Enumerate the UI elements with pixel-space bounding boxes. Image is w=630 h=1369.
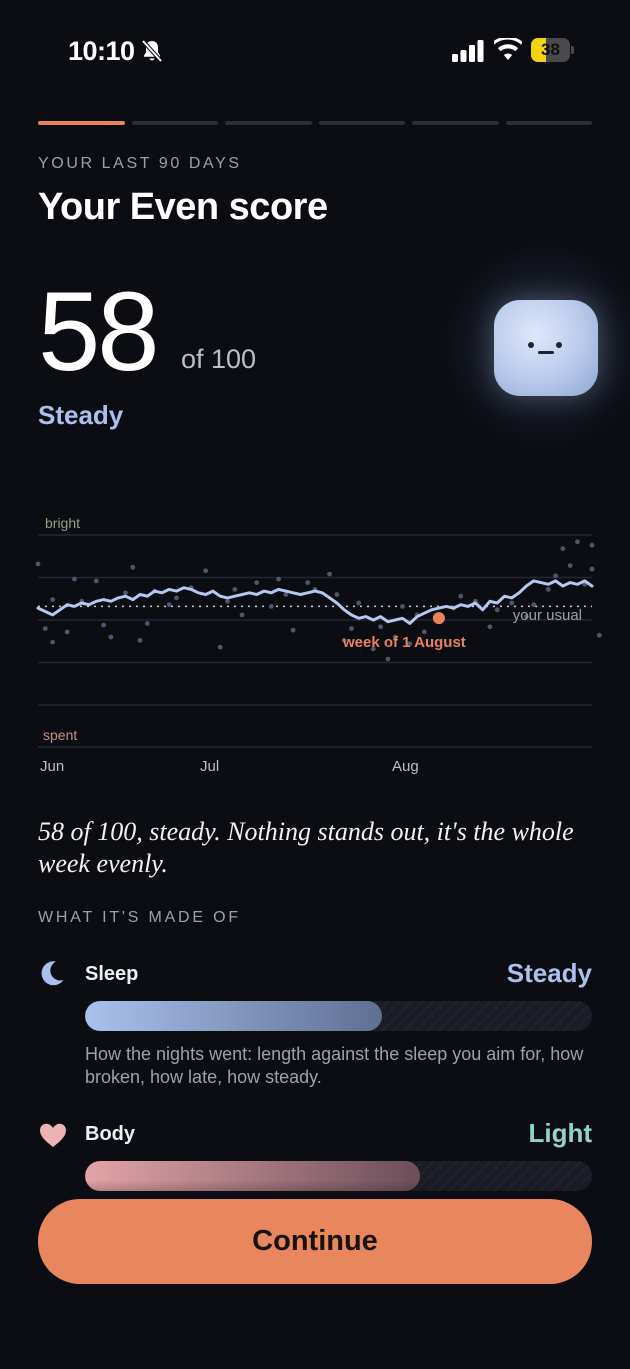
mascot-eye-left [528,342,534,348]
component-bar-sleep [85,1001,592,1031]
progress-segment [38,121,125,125]
score-value: 58 [38,269,160,394]
chart-point [400,604,405,609]
chart-point [108,634,114,640]
score-summary: 58 of 100, steady. Nothing stands out, i… [38,817,574,878]
chart-point [174,595,179,601]
chart-point [545,587,551,592]
component-name-sleep: Sleep [85,963,139,985]
score-history-chart: bright spent your usual week of 1 August… [35,515,602,775]
heart-icon [40,1123,66,1147]
component-description-sleep: How the nights went: length against the … [85,1044,584,1087]
mascot-mouth [538,351,554,354]
chart-highlight-point [432,612,445,625]
chart-highlight-label: week of 1 August [342,634,466,651]
chart-point [93,578,99,584]
status-time: 10:10 [68,36,135,66]
moon-icon [41,961,64,986]
chart-point [560,546,566,551]
chart-point [123,590,128,596]
page-title: Your Even score [38,186,328,228]
chart-point [487,624,493,630]
component-bar-fill-sleep [85,1001,382,1031]
chart-x-tick-label: Jul [200,758,219,775]
chart-point [268,604,274,609]
chart-point [50,639,55,645]
status-bar: 10:10 38 [0,0,630,100]
bell-slash-icon [141,39,163,63]
chart-point [166,602,172,608]
chart-point [509,600,515,606]
score-out-of: of 100 [181,344,257,374]
chart-point [553,573,558,579]
chart-point [276,576,281,582]
chart-point [327,571,332,577]
chart-point [385,656,391,662]
chart-bottom-label: spent [43,727,77,743]
chart-point [305,580,311,585]
chart-x-tick-label: Jun [40,758,64,775]
chart-point [144,621,150,626]
chart-point [239,612,245,618]
battery-body: 38 [531,38,570,62]
chart-point [50,597,55,602]
chart-point [217,644,223,650]
breakdown-heading: WHAT IT'S MADE OF [38,909,241,926]
chart-point [72,576,77,582]
chart-point [589,566,595,572]
chart-point [137,638,143,643]
component-level-body: Light [528,1118,592,1148]
chart-point [334,592,340,597]
chart-point [64,629,70,635]
chart-point [203,568,209,574]
cellular-signal-icon [452,40,484,62]
battery-indicator: 38 [531,38,575,62]
progress-segment [225,121,312,125]
mascot-avatar [494,300,598,396]
period-eyebrow: YOUR LAST 90 DAYS [38,155,242,172]
chart-point [35,561,41,567]
chart-point [596,632,602,638]
chart-point [575,539,580,545]
continue-button[interactable]: Continue [38,1199,592,1284]
chart-x-tick-label: Aug [392,758,419,775]
chart-point [225,598,230,604]
component-level-sleep: Steady [506,958,592,988]
chart-point [567,563,573,568]
chart-point [254,580,260,585]
progress-segment [318,121,405,125]
progress-segment [412,121,499,125]
chart-point [494,607,500,613]
chart-point [356,600,362,606]
progress-segment [505,121,592,125]
mascot-eye-right [556,342,562,348]
battery-nub [571,46,574,54]
component-name-body: Body [85,1123,135,1145]
chart-point [232,587,238,592]
chart-point [290,627,296,633]
progress-segment [131,121,218,125]
chart-point [130,564,136,570]
score-state: Steady [38,400,124,430]
chart-usual-label: your usual [513,607,582,624]
wifi-icon [494,38,522,60]
chart-point [589,542,595,548]
battery-percent: 38 [541,40,560,59]
chart-point [101,622,107,628]
onboarding-progress [38,121,592,125]
chart-point [458,593,464,599]
chart-point [378,624,384,630]
chart-point [349,626,354,631]
chart-top-label: bright [45,515,80,531]
chart-point [42,626,48,631]
